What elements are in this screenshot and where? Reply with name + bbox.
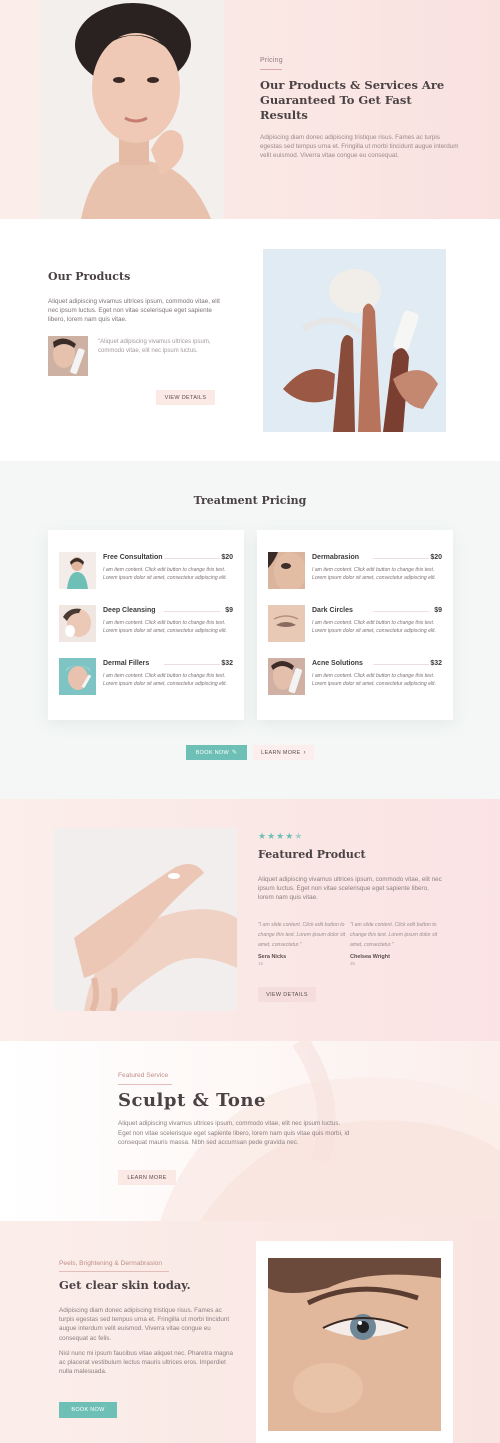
testimonial-name: Chelsea Wright	[350, 954, 390, 960]
hero-title: Our Products & Services Are Guaranteed T…	[260, 78, 445, 122]
clear-book-now-button[interactable]: BOOK NOW	[59, 1402, 117, 1418]
clear-skin-section: Peels, Brightening & Dermabrasion Get cl…	[0, 1221, 500, 1443]
hero-body: Adipiscing diam donec adipiscing tristiq…	[260, 134, 459, 160]
price-item-divider	[164, 558, 220, 559]
featured-title: Featured Product	[258, 848, 366, 861]
featured-view-details-button[interactable]: VIEW DETAILS	[258, 987, 316, 1002]
price-item-image	[268, 658, 305, 695]
hero-eyebrow-divider	[260, 69, 282, 70]
products-body: Aliquet adipiscing vivamus ultrices ipsu…	[48, 298, 220, 324]
price-item-description: I am item content. Click edit button to …	[103, 567, 228, 582]
price-item-name: Free Consultation	[103, 554, 163, 561]
price-item-description: I am item content. Click edit button to …	[103, 620, 228, 635]
price-item-image	[59, 552, 96, 589]
featured-body: Aliquet adipiscing vivamus ultrices ipsu…	[258, 876, 442, 902]
clear-body-2: Nisl nunc mi ipsum faucibus vitae alique…	[59, 1350, 233, 1376]
book-now-button[interactable]: BOOK NOW ✎	[186, 745, 247, 760]
featured-hands-image	[54, 828, 237, 1011]
learn-more-button[interactable]: LEARN MORE ›	[253, 745, 314, 760]
price-item-image	[59, 658, 96, 695]
hero-eyebrow: Pricing	[260, 57, 283, 64]
price-item-divider	[373, 664, 429, 665]
price-item-description: I am item content. Click edit button to …	[312, 620, 437, 635]
testimonial-quote: "I am slide content. Click edit button t…	[350, 922, 438, 948]
book-now-label: BOOK NOW	[195, 749, 229, 756]
testimonial-quote: "I am slide content. Click edit button t…	[258, 922, 346, 948]
testimonial: "I am slide content. Click edit button t…	[350, 920, 438, 966]
hero-text-block: Pricing Our Products & Services Are Guar…	[260, 57, 460, 161]
price-item-divider	[164, 611, 220, 612]
star-icon: ★	[258, 831, 268, 841]
sculpt-eyebrow-divider	[118, 1084, 172, 1085]
price-item-dermabrasion: Dermabrasion $20 I am item content. Clic…	[268, 552, 442, 590]
testimonial-role: 35	[350, 961, 356, 966]
chevron-right-icon: ›	[303, 749, 306, 756]
price-item-price: $9	[434, 607, 442, 614]
clear-eyebrow-divider	[59, 1271, 169, 1272]
star-icon: ★	[276, 831, 286, 841]
price-item-name: Dermabrasion	[312, 554, 360, 561]
price-item-price: $32	[221, 660, 233, 667]
rating-stars: ★★★★★	[258, 831, 303, 842]
testimonial-role: 15	[258, 961, 264, 966]
price-item-image	[59, 605, 96, 642]
clear-eyebrow: Peels, Brightening & Dermabrasion	[59, 1260, 162, 1267]
price-item-acne-solutions: Acne Solutions $32 I am item content. Cl…	[268, 658, 442, 696]
sculpt-title: Sculpt & Tone	[118, 1090, 266, 1111]
price-item-image	[268, 552, 305, 589]
sculpt-eyebrow: Featured Service	[118, 1072, 169, 1079]
price-item-dermal-fillers: Dermal Fillers $32 I am item content. Cl…	[59, 658, 233, 696]
price-item-description: I am item content. Click edit button to …	[312, 567, 437, 582]
testimonial-name: Sera Nicks	[258, 954, 287, 960]
clear-body-1: Adipiscing diam donec adipiscing tristiq…	[59, 1307, 230, 1342]
price-item-description: I am item content. Click edit button to …	[312, 673, 437, 688]
star-icon: ★	[285, 831, 295, 841]
pricing-card-right: Dermabrasion $20 I am item content. Clic…	[257, 530, 453, 720]
price-item-name: Dark Circles	[312, 607, 353, 614]
price-item-name: Deep Cleansing	[103, 607, 156, 614]
price-item-free-consultation: Free Consultation $20 I am item content.…	[59, 552, 233, 590]
star-half-icon: ★	[294, 831, 304, 841]
hero-section: Pricing Our Products & Services Are Guar…	[0, 0, 500, 219]
price-item-image	[268, 605, 305, 642]
products-section: Our Products Aliquet adipiscing vivamus …	[0, 219, 500, 461]
price-item-divider	[373, 558, 429, 559]
view-details-button[interactable]: VIEW DETAILS	[156, 390, 215, 405]
price-item-price: $20	[221, 554, 233, 561]
price-item-divider	[164, 664, 220, 665]
sculpt-tone-section: Featured Service Sculpt & Tone Aliquet a…	[0, 1041, 500, 1221]
star-icon: ★	[267, 831, 277, 841]
price-item-deep-cleansing: Deep Cleansing $9 I am item content. Cli…	[59, 605, 233, 643]
price-item-dark-circles: Dark Circles $9 I am item content. Click…	[268, 605, 442, 643]
price-item-price: $32	[430, 660, 442, 667]
pricing-card-left: Free Consultation $20 I am item content.…	[48, 530, 244, 720]
price-item-name: Acne Solutions	[312, 660, 363, 667]
clear-image-frame	[256, 1241, 453, 1443]
price-item-description: I am item content. Click edit button to …	[103, 673, 228, 688]
products-title: Our Products	[48, 270, 131, 283]
edit-icon: ✎	[231, 750, 238, 756]
products-quote: "Aliquet adipiscing vivamus ultrices ips…	[98, 339, 211, 354]
clear-title: Get clear skin today.	[59, 1278, 191, 1292]
sculpt-learn-more-button[interactable]: LEARN MORE	[118, 1170, 176, 1185]
learn-more-label: LEARN MORE	[261, 749, 301, 756]
price-item-price: $20	[430, 554, 442, 561]
products-hands-image	[263, 249, 446, 432]
sculpt-body: Aliquet adipiscing vivamus ultrices ipsu…	[118, 1120, 350, 1147]
clear-eye-closeup-image	[268, 1258, 441, 1431]
products-thumbnail-image	[48, 336, 88, 376]
price-item-name: Dermal Fillers	[103, 660, 150, 667]
hero-portrait-image	[41, 0, 224, 219]
featured-product-section: ★★★★★ Featured Product Aliquet adipiscin…	[0, 799, 500, 1041]
pricing-title: Treatment Pricing	[193, 494, 307, 507]
treatment-pricing-section: Treatment Pricing Free Consultation $20 …	[0, 461, 500, 799]
testimonial: "I am slide content. Click edit button t…	[258, 920, 346, 966]
price-item-price: $9	[225, 607, 233, 614]
price-item-divider	[373, 611, 429, 612]
